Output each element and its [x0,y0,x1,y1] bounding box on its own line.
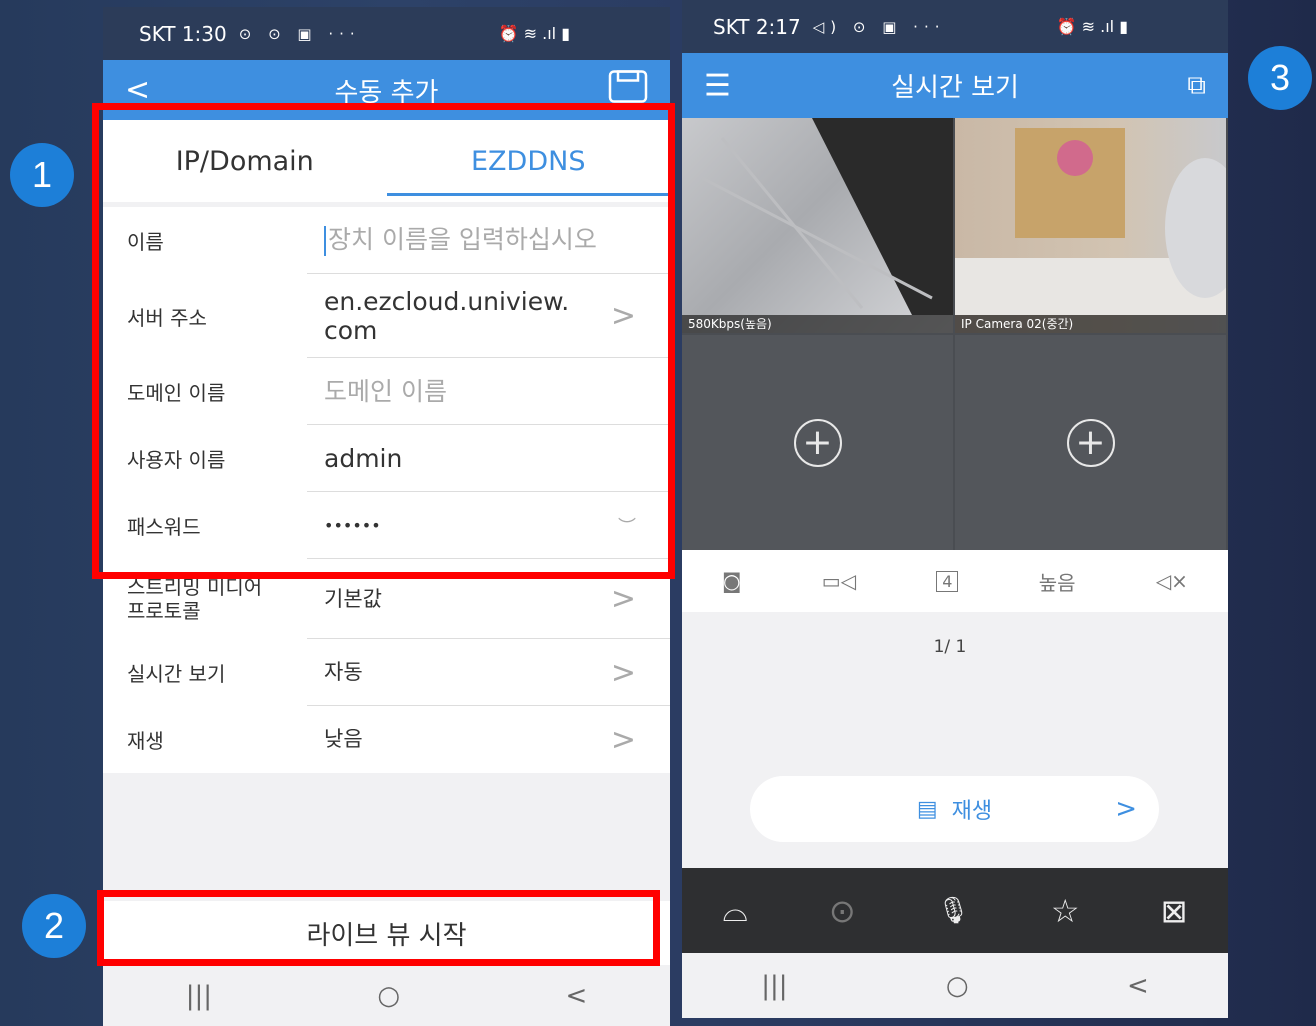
page-title: 실시간 보기 [891,73,1019,103]
quality-toggle[interactable]: 높음 [1039,567,1076,596]
live-toolbar: ◙ ▭◁ 4 높음 ◁× [682,550,1228,612]
notification-icons: ◁) ⊙ ▣ ··· [812,17,946,36]
video-caption: 580Kbps(높음) [682,315,953,333]
empty-cell-2[interactable]: + [955,335,1226,550]
carrier-time: SKT 1:30 [139,21,227,46]
recent-apps-icon[interactable]: ||| [186,981,212,1011]
live-view-value: 자동 [324,660,363,684]
system-nav-bar: ||| ○ < [682,953,1228,1018]
status-bar: SKT 1:30 ⊙ ⊙ ▣ ··· ⏰ ≋ .ıl ▮ [103,7,670,60]
back-icon[interactable]: < [1127,971,1149,1001]
playback-button[interactable]: ▤ 재생 > [750,776,1159,842]
playback-label: 재생 [951,799,993,824]
highlight-box-live-button [97,890,660,966]
chevron-right-icon: > [610,655,636,690]
camera-feed-1 [701,118,953,315]
menu-icon[interactable]: ☰ [704,68,731,103]
system-nav-bar: ||| ○ < [103,965,670,1026]
streaming-protocol-label: 스트리밍 미디어 프로토콜 [127,575,263,623]
video-caption: IP Camera 02(중간) [955,315,1226,333]
cast-icon[interactable]: ⧉ [1187,70,1206,101]
live-view-screen: SKT 2:17 ◁) ⊙ ▣ ··· ⏰ ≋ .ıl ▮ ☰ 실시간 보기 ⧉… [682,0,1228,1018]
playback-label: 재생 [127,729,164,753]
chevron-right-icon: > [1115,794,1137,824]
ptz-dome-icon[interactable]: ⌓ [723,891,748,930]
playback-value: 낮음 [324,727,363,751]
chevron-right-icon: > [610,722,636,757]
record-icon[interactable]: ▭◁ [822,569,856,593]
add-camera-icon[interactable]: + [793,418,842,467]
live-view-label: 실시간 보기 [127,662,226,686]
notification-icons: ⊙ ⊙ ▣ ··· [238,24,361,43]
snapshot-icon[interactable]: ◙ [722,569,741,593]
mic-off-icon[interactable]: 🎙 [937,896,970,926]
carrier-time: SKT 2:17 [713,14,801,39]
streaming-protocol-value: 기본값 [324,586,382,611]
highlight-box-form [92,103,675,579]
film-icon: ▤ [916,796,938,822]
ptz-direction-icon[interactable]: ⊙ [829,892,856,930]
page-indicator: 1/ 1 [933,637,967,657]
mute-icon[interactable]: ◁× [1156,569,1188,593]
step-badge-1: 1 [10,143,74,207]
back-icon[interactable]: < [565,981,587,1011]
favorite-layout-icon[interactable]: ☆ [1051,892,1080,930]
bottom-control-bar: ⌓ ⊙ 🎙 ☆ ⊠ [682,868,1228,953]
recent-apps-icon[interactable]: ||| [761,971,787,1001]
empty-cell-1[interactable]: + [682,335,953,550]
system-status-icons: ⏰ ≋ .ıl ▮ [498,24,570,43]
chevron-right-icon: > [610,581,636,617]
status-bar: SKT 2:17 ◁) ⊙ ▣ ··· ⏰ ≋ .ıl ▮ [682,0,1228,53]
step-badge-3: 3 [1248,46,1312,110]
close-all-icon[interactable]: ⊠ [1161,892,1188,930]
video-cell-2[interactable]: IP Camera 02(중간) [955,118,1226,333]
home-icon[interactable]: ○ [377,981,400,1011]
playback-row[interactable]: 재생 낮음 > [103,706,670,773]
video-grid: 580Kbps(높음) IP Camera 02(중간) + + [682,118,1228,550]
live-view-row[interactable]: 실시간 보기 자동 > [103,639,670,706]
system-status-icons: ⏰ ≋ .ıl ▮ [1056,17,1128,36]
camera-feed-2 [955,128,1226,315]
video-cell-1[interactable]: 580Kbps(높음) [682,118,953,333]
home-icon[interactable]: ○ [946,971,969,1001]
layout-icon[interactable]: 4 [936,570,959,592]
step-badge-2: 2 [22,894,86,958]
title-bar: ☰ 실시간 보기 ⧉ [682,53,1228,118]
add-camera-icon[interactable]: + [1066,418,1115,467]
